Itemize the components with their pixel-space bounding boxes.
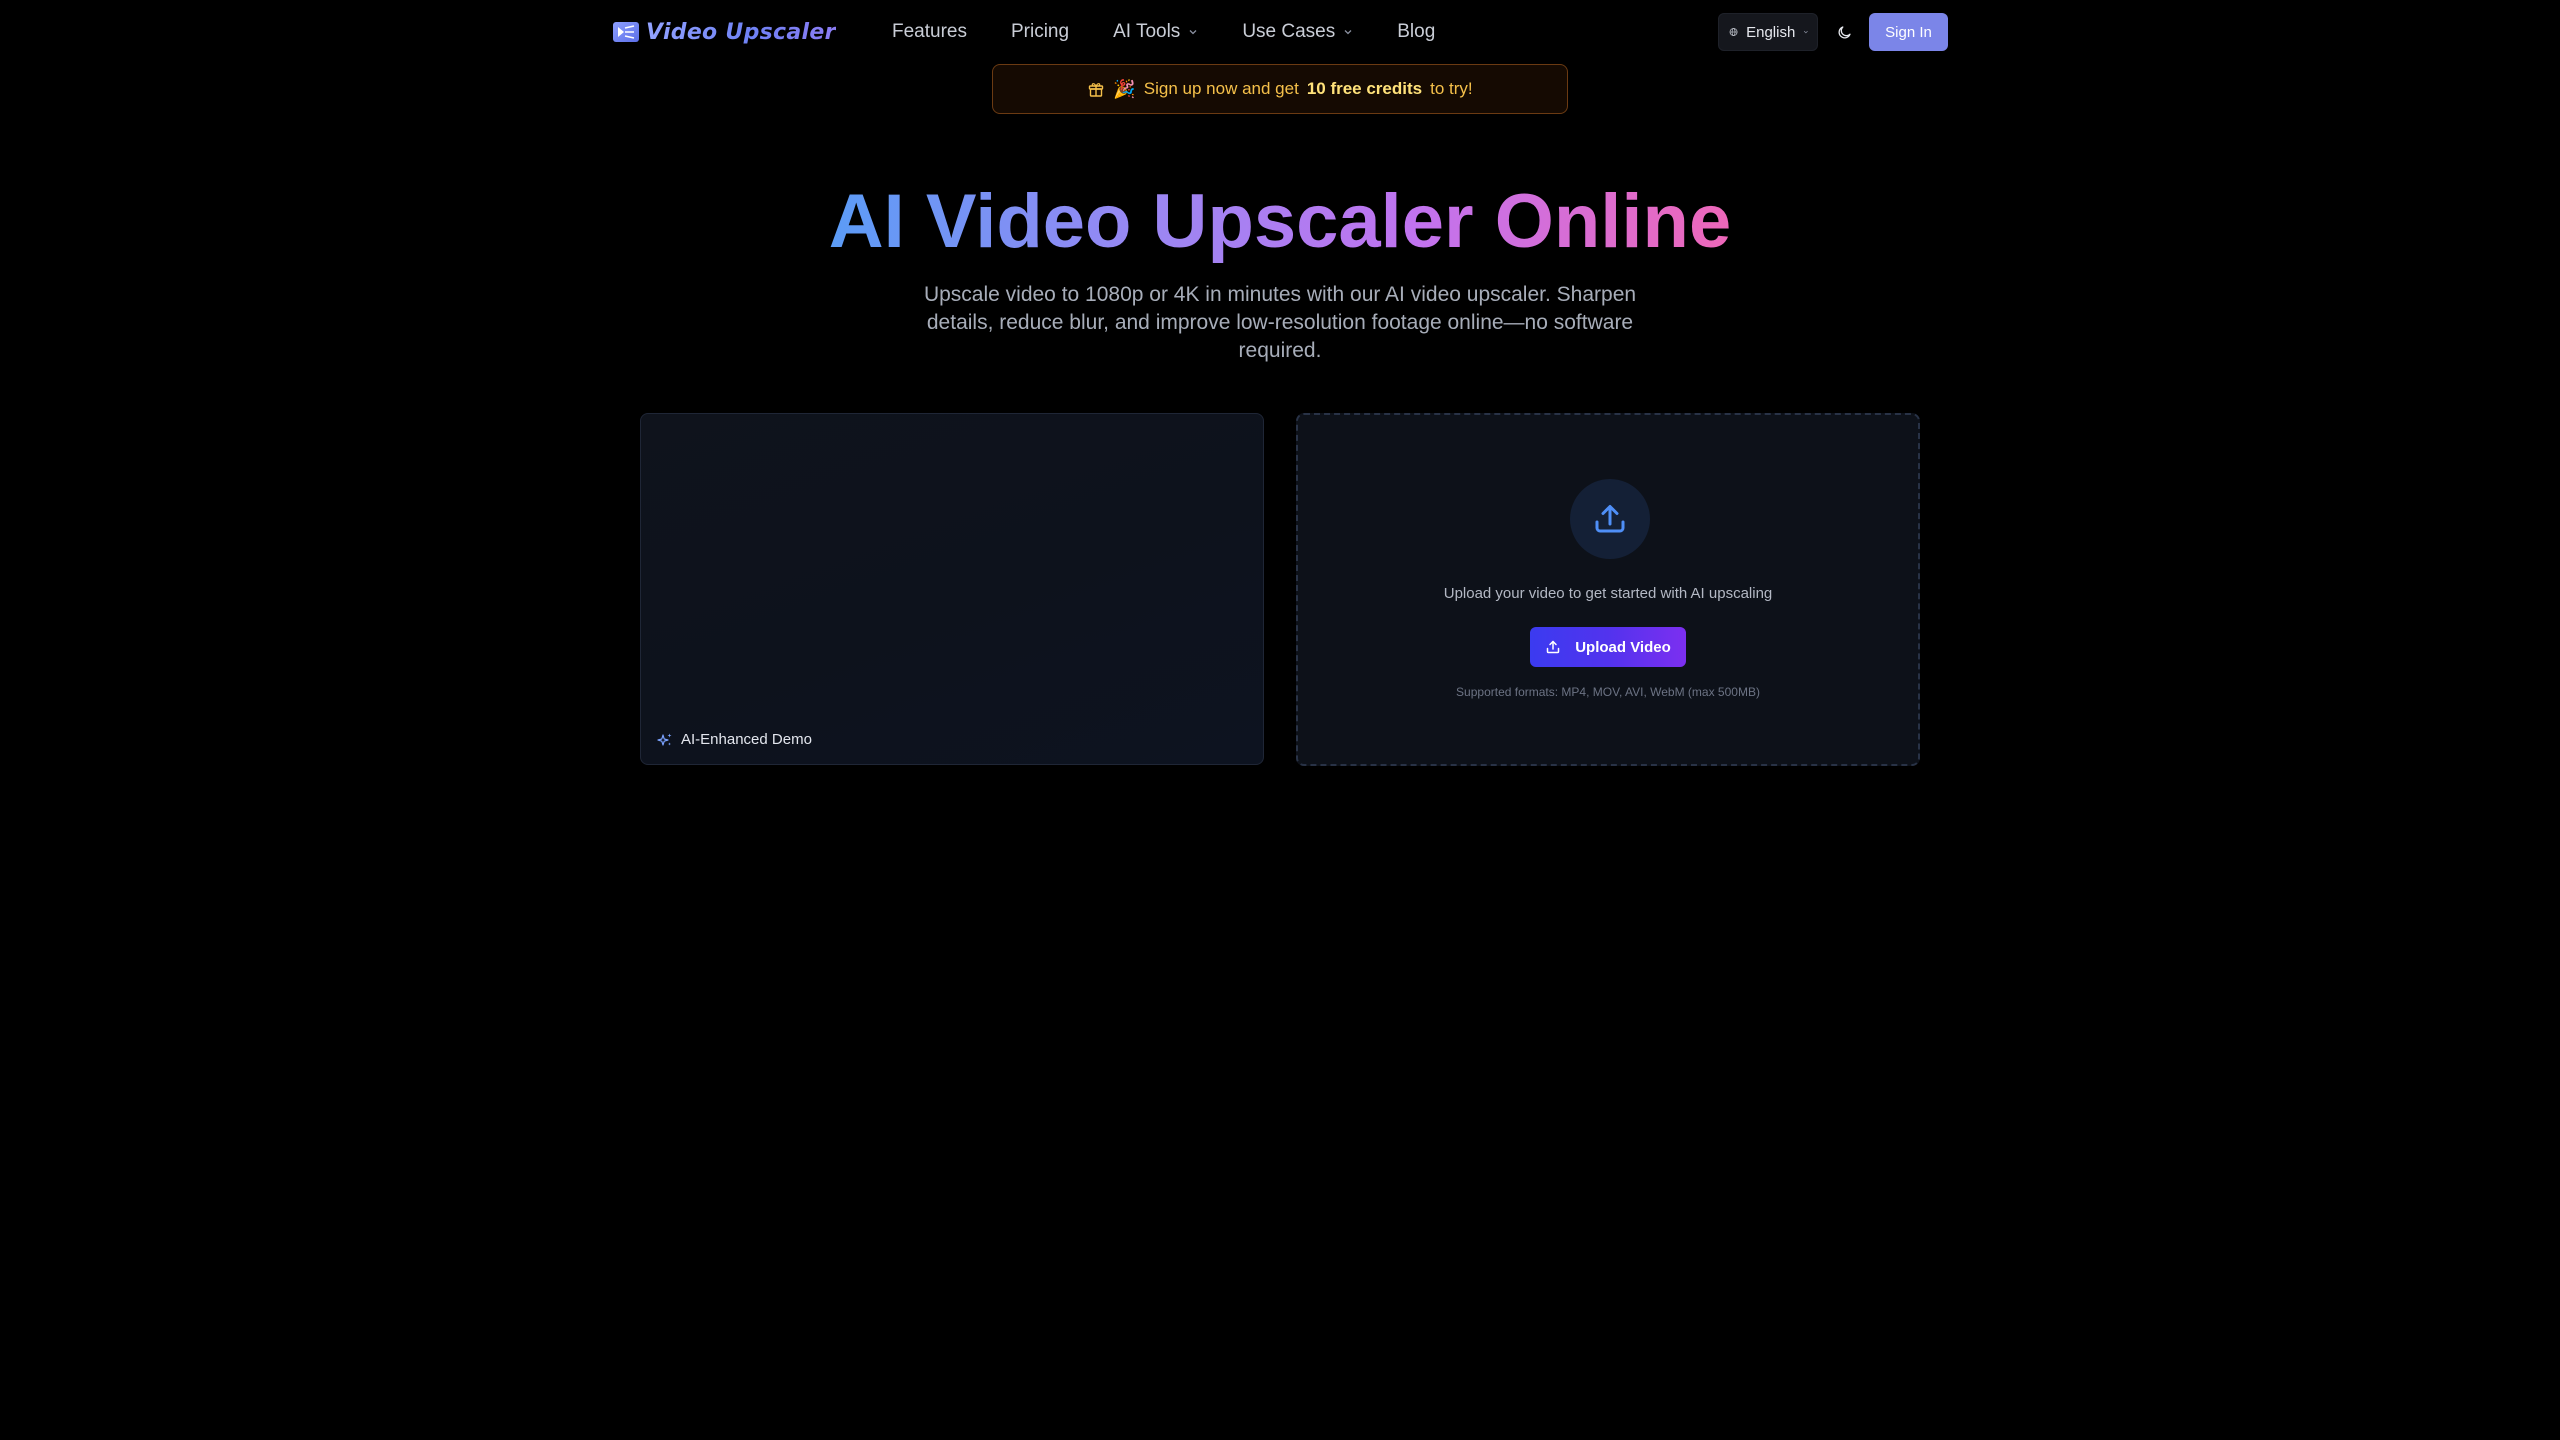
upload-video-label: Upload Video: [1575, 638, 1671, 656]
language-selector[interactable]: English: [1718, 13, 1818, 51]
gift-icon: [1089, 83, 1104, 97]
upload-hint: Upload your video to get started with AI…: [1443, 585, 1773, 602]
nav-label: Blog: [1397, 21, 1436, 42]
demo-badge: AI-Enhanced Demo: [657, 731, 812, 748]
nav-item-use-cases[interactable]: Use Cases: [1242, 21, 1353, 43]
main-nav: Features Pricing AI Tools Use Cases Blog: [892, 18, 1435, 46]
party-emoji: 🎉: [1113, 78, 1136, 99]
moon-icon: [1838, 26, 1851, 39]
upload-small-icon: [1546, 640, 1560, 654]
brand-link[interactable]: Video Upscaler: [612, 18, 836, 46]
nav-item-pricing[interactable]: Pricing: [1011, 21, 1069, 43]
promo-text-after: to try!: [1430, 79, 1473, 98]
demo-video-card[interactable]: AI-Enhanced Demo: [640, 413, 1264, 765]
nav-item-features[interactable]: Features: [892, 21, 967, 43]
sparkles-icon: [657, 733, 672, 746]
demo-badge-label: AI-Enhanced Demo: [681, 731, 812, 748]
chevron-down-icon: [1804, 30, 1809, 34]
nav-item-blog[interactable]: Blog: [1397, 21, 1435, 43]
logo-icon: [613, 22, 639, 42]
upload-video-button[interactable]: Upload Video: [1530, 627, 1686, 667]
upload-icon-circle: [1570, 479, 1650, 559]
upload-icon: [1595, 505, 1625, 533]
nav-label: Features: [892, 21, 967, 42]
theme-toggle-button[interactable]: [1830, 17, 1860, 47]
globe-icon: [1729, 28, 1738, 36]
chevron-down-icon: [1344, 30, 1352, 35]
page-title-text: AI Video Upscaler Online: [828, 179, 1732, 264]
site-header: Video Upscaler Features Pricing AI Tools…: [0, 0, 2560, 64]
promo-highlight: 10 free credits: [1306, 79, 1423, 98]
sign-in-button[interactable]: Sign In: [1869, 13, 1948, 51]
brand-name: Video Upscaler: [646, 19, 836, 45]
promo-banner[interactable]: 🎉 Sign up now and get 10 free credits to…: [992, 64, 1568, 114]
nav-label: Use Cases: [1242, 21, 1336, 42]
nav-label: Pricing: [1010, 21, 1070, 42]
hero-subtitle: Upscale video to 1080p or 4K in minutes …: [923, 283, 1637, 362]
supported-formats: Supported formats: MP4, MOV, AVI, WebM (…: [1456, 685, 1760, 699]
nav-item-ai-tools[interactable]: AI Tools: [1113, 21, 1198, 43]
nav-label: AI Tools: [1113, 21, 1181, 42]
chevron-down-icon: [1189, 30, 1197, 35]
page-title: AI Video Upscaler Online: [0, 172, 2560, 272]
language-label: English: [1746, 23, 1796, 41]
promo-text-before: Sign up now and get: [1143, 79, 1299, 98]
upload-dropzone[interactable]: Upload your video to get started with AI…: [1296, 413, 1920, 766]
